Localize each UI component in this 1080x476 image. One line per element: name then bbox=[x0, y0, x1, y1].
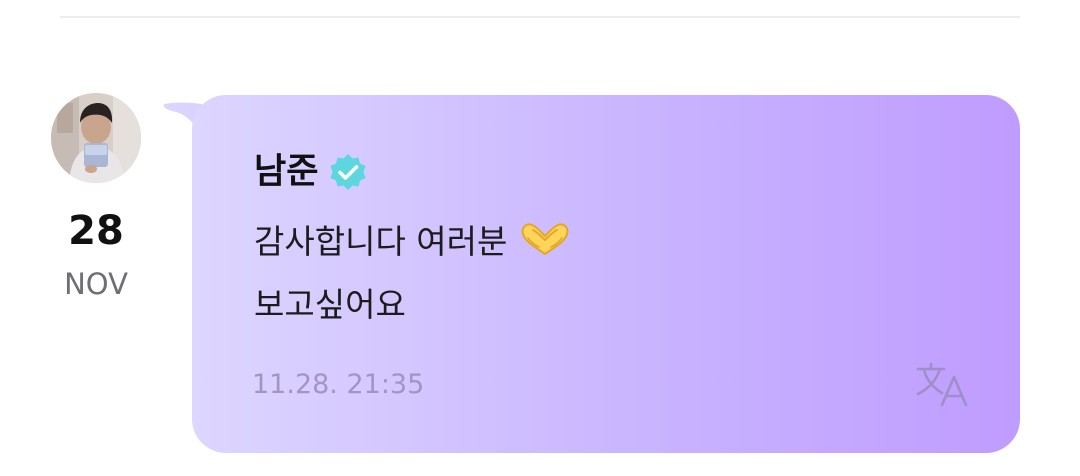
avatar-photo bbox=[51, 93, 141, 183]
avatar[interactable] bbox=[51, 93, 141, 183]
message-text-1: 감사합니다 여러분 bbox=[254, 222, 508, 261]
message-bubble[interactable]: 남준 감사합니다 여러분 보고싶어요 11.28. 21:35 bbox=[192, 95, 1020, 453]
heart-hands-emoji-icon bbox=[521, 223, 569, 255]
sender-row: 남준 bbox=[254, 147, 368, 197]
sender-name: 남준 bbox=[254, 152, 319, 192]
verified-badge-icon bbox=[330, 154, 366, 190]
date-month: NOV bbox=[64, 267, 128, 301]
date-day: 28 bbox=[68, 208, 124, 254]
translate-icon[interactable] bbox=[914, 361, 972, 409]
message-line-1: 감사합니다 여러분 bbox=[254, 218, 573, 266]
top-divider bbox=[60, 16, 1020, 18]
message-line-2: 보고싶어요 bbox=[254, 285, 406, 324]
message-timestamp: 11.28. 21:35 bbox=[252, 369, 425, 400]
